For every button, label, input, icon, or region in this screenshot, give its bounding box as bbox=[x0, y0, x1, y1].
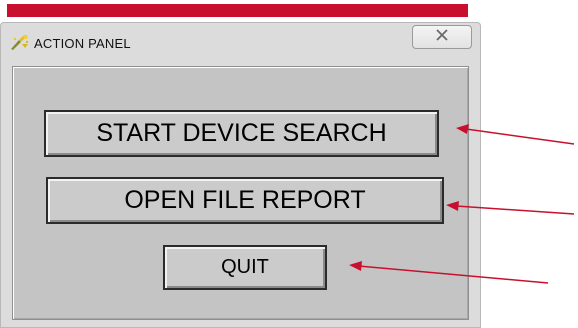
open-file-report-label: OPEN FILE REPORT bbox=[124, 186, 366, 214]
app-icon bbox=[10, 34, 30, 50]
screenshot-stage: ACTION PANEL START DEVICE SEARCH OPEN FI… bbox=[0, 0, 578, 328]
close-button[interactable] bbox=[412, 25, 472, 49]
start-device-search-button[interactable]: START DEVICE SEARCH bbox=[44, 110, 439, 157]
open-file-report-button[interactable]: OPEN FILE REPORT bbox=[46, 177, 444, 224]
start-device-search-label: START DEVICE SEARCH bbox=[96, 119, 387, 147]
quit-label: QUIT bbox=[221, 256, 269, 278]
window-title: ACTION PANEL bbox=[34, 36, 131, 51]
quit-button[interactable]: QUIT bbox=[163, 245, 327, 290]
title-bar[interactable]: ACTION PANEL bbox=[0, 22, 481, 62]
close-icon bbox=[435, 28, 449, 46]
red-banner bbox=[7, 4, 468, 17]
